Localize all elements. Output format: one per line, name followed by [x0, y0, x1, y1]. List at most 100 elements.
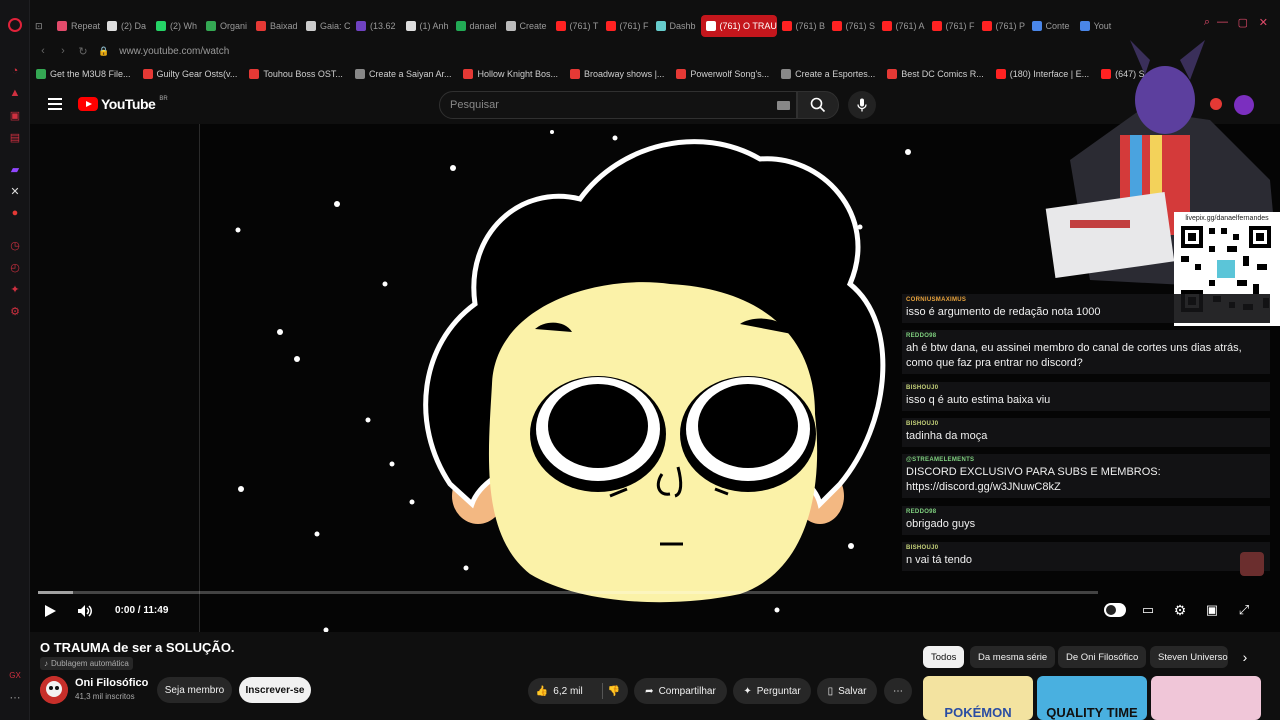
autoplay-toggle[interactable] — [1104, 603, 1126, 617]
auto-dubbing-badge[interactable]: ♪ Dublagem automática — [40, 657, 133, 670]
youtube-logo[interactable]: YouTube BR — [78, 96, 168, 112]
bookmarks-icon[interactable]: ▤ — [8, 130, 22, 144]
tab-favicon-icon — [505, 21, 516, 31]
browser-tab[interactable]: (761) A — [877, 15, 927, 37]
browser-tab[interactable]: Baixad — [251, 15, 301, 37]
bookmark-favicon-icon — [887, 69, 898, 79]
save-button[interactable]: ▯ Salvar — [817, 678, 877, 704]
chip-same-series[interactable]: Da mesma série — [970, 646, 1056, 668]
twitch-icon[interactable]: ▰ — [8, 162, 22, 176]
bookmark-item[interactable]: Powerwolf Song's... — [676, 69, 769, 79]
gx-icon[interactable]: GX — [8, 668, 22, 682]
search-input[interactable]: Pesquisar — [439, 91, 797, 119]
chip-steven-universe[interactable]: Steven Universo — [1150, 646, 1228, 668]
search-button[interactable] — [797, 91, 839, 119]
browser-tab[interactable]: (1) Anh — [401, 15, 451, 37]
browser-tab[interactable]: (761) B — [777, 15, 827, 37]
share-button[interactable]: ➦ Compartilhar — [634, 678, 727, 704]
settings-gear-icon[interactable]: ⚙ — [1172, 602, 1188, 618]
bookmark-item[interactable]: Guilty Gear Osts(v... — [142, 69, 237, 79]
bookmark-item[interactable]: Create a Esportes... — [781, 69, 875, 79]
play-button[interactable] — [42, 603, 58, 619]
minimize-icon[interactable]: — — [1217, 16, 1228, 28]
like-dislike-group: 👍 6,2 mil 👎 — [528, 678, 628, 704]
browser-tab[interactable]: Gaia: C — [301, 15, 351, 37]
browser-tab[interactable]: Repeat — [52, 15, 102, 37]
keyboard-icon[interactable] — [777, 101, 790, 110]
like-count[interactable]: 6,2 mil — [553, 686, 582, 697]
related-video-thumb-2[interactable]: QUALITY TIME — [1037, 676, 1147, 720]
browser-tab[interactable]: Create — [501, 15, 551, 37]
browser-tab[interactable]: (761) T — [551, 15, 601, 37]
subscriber-count: 41,3 mil inscritos — [75, 692, 135, 701]
channel-name[interactable]: Oni Filosófico — [75, 677, 148, 689]
bookmark-item[interactable]: Broadway shows |... — [570, 69, 664, 79]
browser-tab[interactable]: Dashb — [651, 15, 701, 37]
miniplayer-icon[interactable]: ▣ — [1204, 602, 1220, 618]
close-window-icon[interactable]: ✕ — [1259, 16, 1268, 29]
channel-avatar[interactable] — [40, 676, 68, 704]
browser-tab[interactable]: (761) F — [927, 15, 977, 37]
tab-label: (2) Da — [121, 21, 147, 31]
x-icon[interactable]: ✕ — [8, 184, 22, 198]
maximize-icon[interactable]: ▢ — [1238, 16, 1248, 29]
related-video-thumb-3[interactable] — [1151, 676, 1261, 720]
forward-icon[interactable]: › — [56, 45, 70, 57]
messenger-icon[interactable]: ▣ — [8, 108, 22, 122]
back-icon[interactable]: ‹ — [36, 45, 50, 57]
menu-icon[interactable] — [48, 98, 62, 110]
clock-icon[interactable]: ◴ — [8, 260, 22, 274]
bookmark-item[interactable]: Touhou Boss OST... — [249, 69, 343, 79]
chip-channel[interactable]: De Oni Filosófico — [1058, 646, 1147, 668]
chip-all[interactable]: Todos — [923, 646, 965, 668]
video-title: O TRAUMA de ser a SOLUÇÃO. — [40, 640, 235, 655]
browser-tab[interactable]: (761) O TRAU — [700, 15, 777, 37]
browser-tab[interactable]: Organi — [201, 15, 251, 37]
video-letterbox — [30, 124, 200, 632]
chips-next-icon[interactable]: › — [1236, 648, 1254, 666]
browser-tab[interactable]: (2) Wh — [151, 15, 201, 37]
tab-favicon-icon — [705, 21, 716, 31]
volume-button[interactable] — [76, 603, 94, 619]
browser-tab[interactable]: (761) P — [977, 15, 1027, 37]
bookmark-item[interactable]: Get the M3U8 File... — [36, 69, 131, 79]
related-video-thumb-1[interactable]: POKÉMON — [923, 676, 1033, 720]
dislike-icon[interactable]: 👎 — [608, 686, 620, 697]
progress-bar[interactable] — [38, 591, 1098, 594]
history-icon[interactable]: ◷ — [8, 238, 22, 252]
extensions-icon[interactable]: ✦ — [8, 282, 22, 296]
bookmark-item[interactable]: Create a Saiyan Ar... — [354, 69, 451, 79]
music-icon[interactable]: ● — [8, 206, 22, 220]
ai-icon[interactable]: ▲ — [8, 86, 22, 100]
subtitles-icon[interactable]: ▭ — [1140, 602, 1156, 618]
tab-favicon-icon — [256, 21, 267, 31]
subscribe-button[interactable]: Inscrever-se — [239, 677, 311, 703]
tab-search-icon[interactable]: ⊡ — [30, 15, 52, 37]
more-icon[interactable]: ⋯ — [8, 690, 22, 704]
opera-logo-icon[interactable] — [8, 18, 22, 32]
tab-label: (761) T — [569, 21, 599, 31]
reload-icon[interactable]: ↻ — [76, 45, 90, 58]
bookmark-item[interactable]: Hollow Knight Bos... — [463, 69, 558, 79]
fullscreen-icon[interactable]: ⤢ — [1236, 602, 1252, 618]
browser-tab[interactable]: (2) Da — [102, 15, 151, 37]
url-field[interactable]: www.youtube.com/watch — [119, 46, 229, 57]
browser-tab[interactable]: danael — [451, 15, 501, 37]
browser-tab[interactable]: (761) F — [601, 15, 651, 37]
tab-favicon-icon — [1079, 21, 1090, 31]
settings-icon[interactable]: ⚙ — [8, 304, 22, 318]
chat-username: @STREAMELEMENTS — [906, 457, 975, 463]
browser-tab[interactable]: Conte — [1027, 15, 1075, 37]
ask-button[interactable]: ✦ Perguntar — [733, 678, 811, 704]
voice-search-button[interactable] — [848, 91, 876, 119]
browser-tab[interactable]: (13.62 — [351, 15, 401, 37]
more-actions-button[interactable]: ⋯ — [884, 678, 912, 704]
browser-tab[interactable]: Yout — [1075, 15, 1117, 37]
join-button[interactable]: Seja membro — [157, 677, 232, 703]
like-icon[interactable]: 👍 — [536, 686, 548, 697]
tab-search-icon-right[interactable]: ⌕ — [1204, 16, 1210, 29]
bookmark-item[interactable]: Best DC Comics R... — [887, 69, 984, 79]
chat-username: REDDO98 — [906, 509, 937, 515]
browser-tab[interactable]: (761) S — [827, 15, 877, 37]
speed-dial-icon[interactable]: ◔ — [8, 64, 22, 78]
